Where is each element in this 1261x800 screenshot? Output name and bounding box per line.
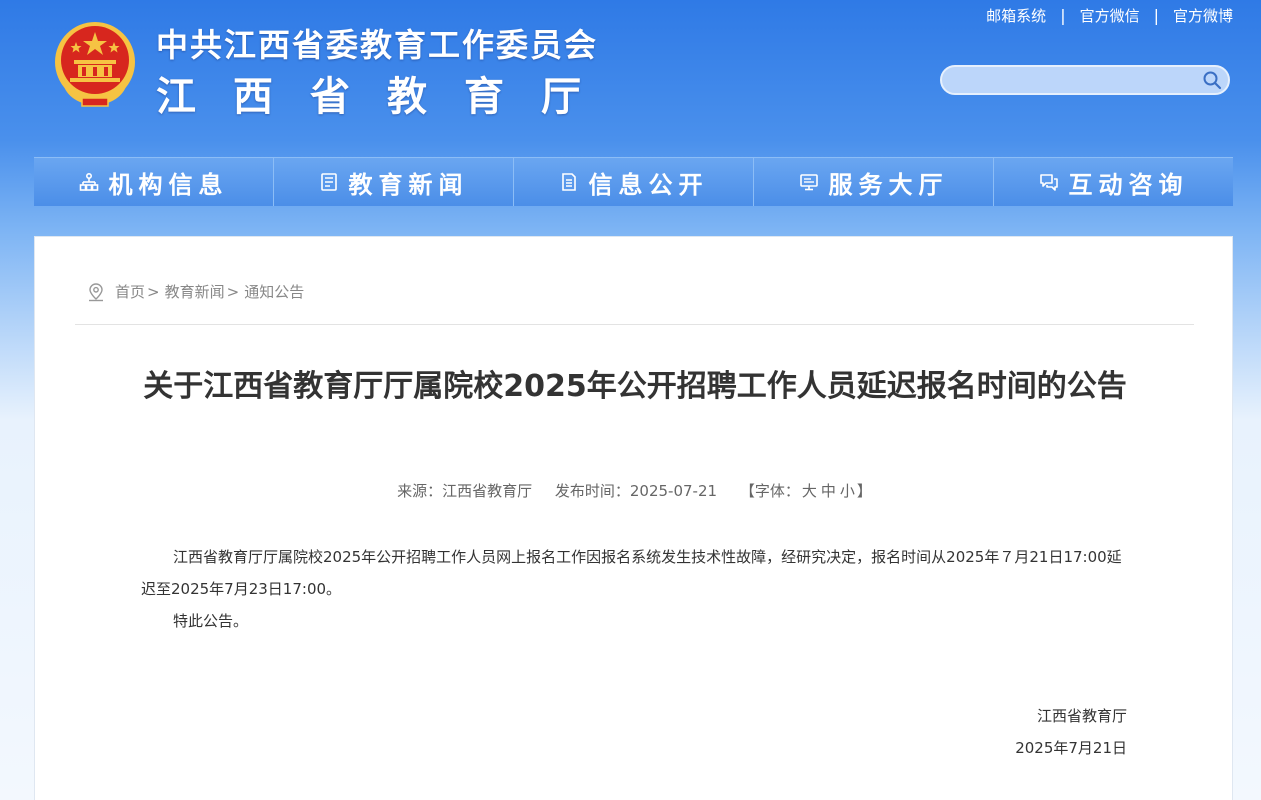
signature-date: 2025年7月21日: [1015, 739, 1127, 757]
breadcrumb-education-news[interactable]: 教育新闻: [165, 281, 225, 302]
nav-label: 互动咨询: [1068, 170, 1189, 199]
separator: |: [1153, 6, 1159, 25]
nav-item-organization[interactable]: 机构信息: [34, 158, 274, 206]
nav-label: 信息公开: [588, 170, 709, 199]
nav-label: 教育新闻: [348, 170, 469, 199]
article-paragraph: 特此公告。: [173, 612, 249, 630]
breadcrumb: 首页 > 教育新闻 > 通知公告: [87, 281, 304, 302]
article-paragraph: 江西省教育厅厅属院校2025年公开招聘工作人员网上报名工作因报名系统发生技术性故…: [141, 548, 1122, 598]
nav-label: 服务大厅: [828, 170, 949, 199]
article-body: 江西省教育厅厅属院校2025年公开招聘工作人员网上报名工作因报名系统发生技术性故…: [141, 541, 1131, 637]
nav-label: 机构信息: [108, 170, 229, 199]
national-emblem-icon: [55, 22, 135, 107]
chat-icon: [1039, 174, 1058, 191]
separator: |: [1060, 6, 1066, 25]
breadcrumb-separator: >: [226, 282, 240, 301]
monitor-icon: [799, 174, 818, 191]
divider: [75, 324, 1194, 325]
font-size-medium-link[interactable]: 中: [821, 482, 836, 500]
font-size-suffix: 】: [856, 482, 872, 500]
breadcrumb-separator: >: [147, 282, 160, 301]
article-date: 发布时间：2025-07-21: [554, 482, 718, 500]
search-icon[interactable]: [1202, 70, 1222, 90]
breadcrumb-notices[interactable]: 通知公告: [244, 281, 304, 302]
news-icon: [320, 173, 337, 191]
nav-item-service-hall[interactable]: 服务大厅: [754, 158, 994, 206]
site-title-department: 江西省教育厅: [156, 74, 618, 120]
article-card: 首页 > 教育新闻 > 通知公告 关于江西省教育厅厅属院校2025年公开招聘工作人员…: [34, 236, 1233, 800]
main-nav: 机构信息 教育新闻 信息公开 服务大厅 互动咨询: [34, 157, 1233, 206]
official-wechat-link[interactable]: 官方微信: [1080, 5, 1140, 26]
font-size-switcher: 【字体：大中小】: [740, 482, 872, 500]
site-title-committee: 中共江西省委教育工作委员会: [156, 26, 599, 64]
article-signature: 江西省教育厅 2025年7月21日: [1015, 700, 1127, 764]
nav-item-consultation[interactable]: 互动咨询: [994, 158, 1233, 206]
article-meta: 来源：江西省教育厅 发布时间：2025-07-21 【字体：大中小】: [35, 480, 1234, 501]
font-size-prefix: 【字体：: [739, 482, 800, 500]
signature-org: 江西省教育厅: [1036, 707, 1127, 725]
font-size-large-link[interactable]: 大: [802, 482, 817, 500]
top-links: 邮箱系统 | 官方微信 | 官方微博: [986, 5, 1233, 26]
mail-system-link[interactable]: 邮箱系统: [986, 5, 1046, 26]
location-pin-icon: [89, 282, 103, 301]
search-box: [940, 65, 1230, 95]
search-input[interactable]: [954, 70, 1194, 90]
nav-item-disclosure[interactable]: 信息公开: [514, 158, 754, 206]
article-source: 来源：江西省教育厅: [397, 482, 533, 500]
nav-item-news[interactable]: 教育新闻: [274, 158, 514, 206]
org-chart-icon: [79, 172, 98, 191]
site-header: 中共江西省委教育工作委员会 江西省教育厅 邮箱系统 | 官方微信 | 官方微博: [0, 0, 1261, 150]
font-size-small-link[interactable]: 小: [840, 482, 855, 500]
document-icon: [561, 173, 576, 191]
breadcrumb-home[interactable]: 首页: [115, 281, 145, 302]
article-title: 关于江西省教育厅厅属院校2025年公开招聘工作人员延迟报名时间的公告: [143, 369, 1127, 404]
official-weibo-link[interactable]: 官方微博: [1173, 5, 1233, 26]
